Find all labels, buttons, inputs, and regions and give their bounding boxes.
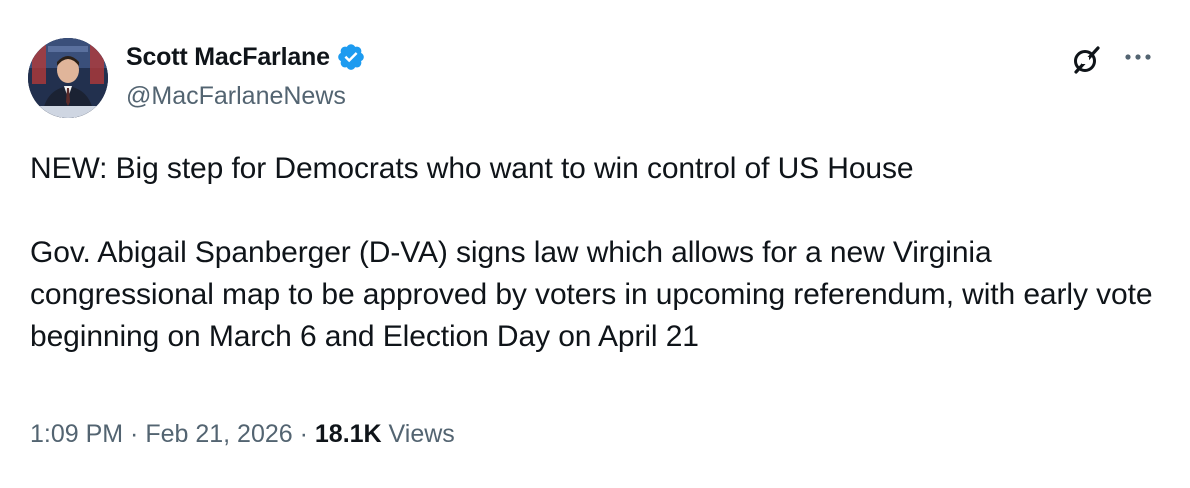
more-horizontal-icon: [1125, 54, 1151, 60]
author-name-row: Scott MacFarlane: [126, 40, 366, 74]
tweet-meta: 1:09 PM · Feb 21, 2026 · 18.1K Views: [30, 420, 455, 449]
author-avatar[interactable]: [28, 38, 108, 118]
tweet-card: Scott MacFarlane @MacFarlaneNews NEW: Bi…: [0, 0, 1190, 488]
tweet-time[interactable]: 1:09 PM: [30, 420, 123, 449]
views-label: Views: [381, 420, 455, 448]
meta-separator: ·: [123, 420, 146, 448]
views-count[interactable]: 18.1K: [315, 420, 382, 449]
grok-button[interactable]: [1066, 40, 1106, 80]
verified-badge-icon[interactable]: [336, 42, 366, 72]
tweet-text: NEW: Big step for Democrats who want to …: [30, 152, 1153, 353]
more-options-button[interactable]: [1118, 40, 1158, 74]
grok-icon: [1074, 46, 1100, 74]
author-display-name[interactable]: Scott MacFarlane: [126, 43, 330, 72]
meta-separator: ·: [292, 420, 315, 448]
tweet-date[interactable]: Feb 21, 2026: [145, 420, 292, 449]
author-handle[interactable]: @MacFarlaneNews: [126, 82, 346, 111]
avatar-photo-icon: [28, 38, 108, 118]
